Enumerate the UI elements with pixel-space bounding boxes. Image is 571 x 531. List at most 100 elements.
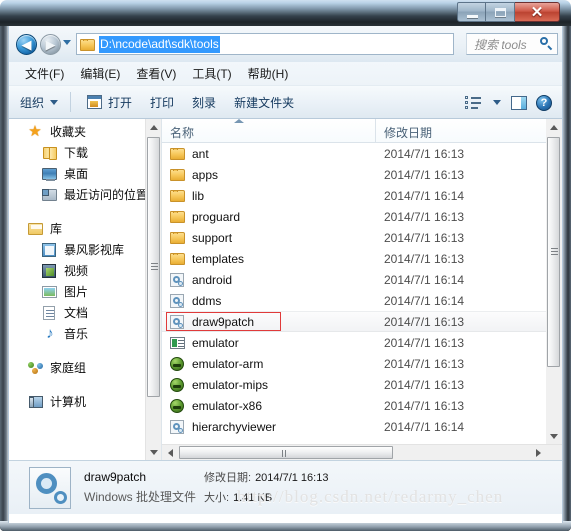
- sidebar-label: 文档: [64, 306, 89, 320]
- forward-button[interactable]: ▶: [40, 34, 61, 55]
- gear-icon: [35, 472, 67, 504]
- menu-edit[interactable]: 编辑(E): [72, 63, 128, 85]
- column-headers: 名称 修改日期: [162, 119, 562, 143]
- batch-file-icon: [170, 314, 186, 330]
- address-path-text[interactable]: D:\ncode\adt\sdk\tools: [99, 35, 220, 53]
- menu-view[interactable]: 查看(V): [128, 63, 184, 85]
- view-options-icon: [465, 95, 481, 109]
- sidebar-item-downloads[interactable]: 下载: [9, 142, 161, 163]
- scroll-right-button[interactable]: [530, 445, 546, 460]
- close-button[interactable]: ✕: [515, 2, 560, 22]
- navigation-bar: ◀ ▶ D:\ncode\adt\sdk\tools ↻ 搜索 tools: [9, 26, 562, 62]
- favorites-group: ★ 收藏夹 下载 桌面 最近访问的位置: [9, 119, 161, 205]
- new-folder-button[interactable]: 新建文件夹: [227, 91, 301, 113]
- table-row[interactable]: support 2014/7/1 16:13: [162, 227, 562, 248]
- music-icon: ♪: [46, 324, 54, 342]
- watermark-text: http://blog.csdn.net/redarmy_chen: [237, 487, 504, 506]
- table-row[interactable]: emulator-x86 2014/7/1 16:13: [162, 395, 562, 416]
- menu-tools[interactable]: 工具(T): [184, 63, 239, 85]
- column-header-date[interactable]: 修改日期: [375, 119, 520, 142]
- file-name-cell: emulator: [162, 335, 374, 351]
- menu-help[interactable]: 帮助(H): [240, 63, 297, 85]
- picture-icon: [42, 284, 58, 300]
- table-row[interactable]: android 2014/7/1 16:14: [162, 269, 562, 290]
- filelist-scrollbar-vertical[interactable]: [546, 119, 562, 444]
- scroll-down-button[interactable]: [546, 428, 561, 444]
- address-bar[interactable]: D:\ncode\adt\sdk\tools: [76, 33, 454, 55]
- sidebar-item-libraries[interactable]: 库: [9, 218, 161, 239]
- table-row[interactable]: emulator-arm 2014/7/1 16:13: [162, 353, 562, 374]
- back-button[interactable]: ◀: [16, 34, 37, 55]
- help-button[interactable]: ?: [532, 91, 558, 115]
- maximize-button[interactable]: [486, 2, 515, 22]
- file-date-cell: 2014/7/1 16:14: [384, 188, 465, 203]
- sidebar-item-videos[interactable]: 视频: [9, 260, 161, 281]
- sidebar-item-computer[interactable]: 计算机: [9, 391, 161, 412]
- recent-pages-dropdown[interactable]: [63, 40, 71, 45]
- open-file-icon: [87, 94, 103, 110]
- sidebar-item-favorites[interactable]: ★ 收藏夹: [9, 121, 161, 142]
- file-name: apps: [192, 167, 219, 182]
- filelist-scrollbar-horizontal[interactable]: [162, 444, 562, 460]
- column-header-name[interactable]: 名称: [162, 119, 375, 142]
- open-button[interactable]: 打开: [80, 91, 139, 113]
- search-icon: [537, 34, 557, 54]
- grip-icon: [551, 248, 558, 256]
- sidebar-item-documents[interactable]: 文档: [9, 302, 161, 323]
- batch-file-icon: [170, 293, 186, 309]
- scrollbar-thumb[interactable]: [179, 446, 393, 459]
- file-name-cell: apps: [162, 167, 374, 183]
- menu-file[interactable]: 文件(F): [17, 63, 72, 85]
- table-row[interactable]: lib 2014/7/1 16:14: [162, 185, 562, 206]
- table-row[interactable]: hierarchyviewer 2014/7/1 16:14: [162, 416, 562, 437]
- homegroup-icon: [28, 360, 44, 376]
- file-name: ant: [192, 146, 209, 161]
- details-pane: draw9patch 修改日期: 2014/7/1 16:13 Windows …: [9, 460, 562, 514]
- file-name-cell: hierarchyviewer: [162, 419, 374, 435]
- sidebar-item-homegroup[interactable]: 家庭组: [9, 357, 161, 378]
- file-name: proguard: [192, 209, 241, 224]
- navigation-pane: ★ 收藏夹 下载 桌面 最近访问的位置 库 暴风影视库 视频 图片 文档 ♪ 音…: [9, 119, 161, 460]
- scroll-down-button[interactable]: [146, 444, 161, 460]
- scroll-up-button[interactable]: [546, 119, 561, 135]
- search-input[interactable]: 搜索 tools: [467, 36, 537, 53]
- toolbar-right-group: ?: [462, 86, 558, 119]
- table-row[interactable]: templates 2014/7/1 16:13: [162, 248, 562, 269]
- folder-icon: [170, 251, 186, 267]
- table-row[interactable]: ddms 2014/7/1 16:14: [162, 290, 562, 311]
- change-view-button[interactable]: [462, 91, 488, 115]
- scroll-up-button[interactable]: [146, 119, 161, 135]
- file-date-cell: 2014/7/1 16:13: [384, 230, 465, 245]
- navpane-scrollbar[interactable]: [145, 119, 161, 460]
- scrollbar-thumb[interactable]: [547, 137, 560, 367]
- organize-button[interactable]: 组织: [13, 91, 65, 113]
- window-client-area: ◀ ▶ D:\ncode\adt\sdk\tools ↻ 搜索 tools: [8, 26, 563, 523]
- sort-ascending-icon: [234, 119, 244, 123]
- search-box[interactable]: 搜索 tools: [466, 33, 558, 55]
- minimize-button[interactable]: [457, 2, 486, 22]
- folder-icon: [170, 146, 186, 162]
- scroll-left-button[interactable]: [162, 445, 178, 460]
- burn-button[interactable]: 刻录: [185, 91, 223, 113]
- sidebar-item-baofeng-library[interactable]: 暴风影视库: [9, 239, 161, 260]
- file-date-cell: 2014/7/1 16:13: [384, 356, 465, 371]
- table-row[interactable]: emulator 2014/7/1 16:13: [162, 332, 562, 353]
- title-bar[interactable]: ✕: [0, 0, 571, 26]
- table-row[interactable]: emulator-mips 2014/7/1 16:13: [162, 374, 562, 395]
- print-button[interactable]: 打印: [143, 91, 181, 113]
- preview-pane-button[interactable]: [506, 91, 532, 115]
- table-row[interactable]: ant 2014/7/1 16:13: [162, 143, 562, 164]
- triangle-up-icon: [549, 124, 558, 130]
- sidebar-item-music[interactable]: ♪ 音乐: [9, 323, 161, 344]
- scrollbar-thumb[interactable]: [147, 137, 160, 397]
- sidebar-item-pictures[interactable]: 图片: [9, 281, 161, 302]
- triangle-down-icon: [149, 449, 158, 455]
- table-row[interactable]: proguard 2014/7/1 16:13: [162, 206, 562, 227]
- sidebar-item-recent-places[interactable]: 最近访问的位置: [9, 184, 161, 205]
- table-row[interactable]: apps 2014/7/1 16:13: [162, 164, 562, 185]
- view-dropdown-button[interactable]: [488, 91, 506, 115]
- sidebar-item-desktop[interactable]: 桌面: [9, 163, 161, 184]
- table-row-selected[interactable]: draw9patch 2014/7/1 16:13: [162, 311, 562, 332]
